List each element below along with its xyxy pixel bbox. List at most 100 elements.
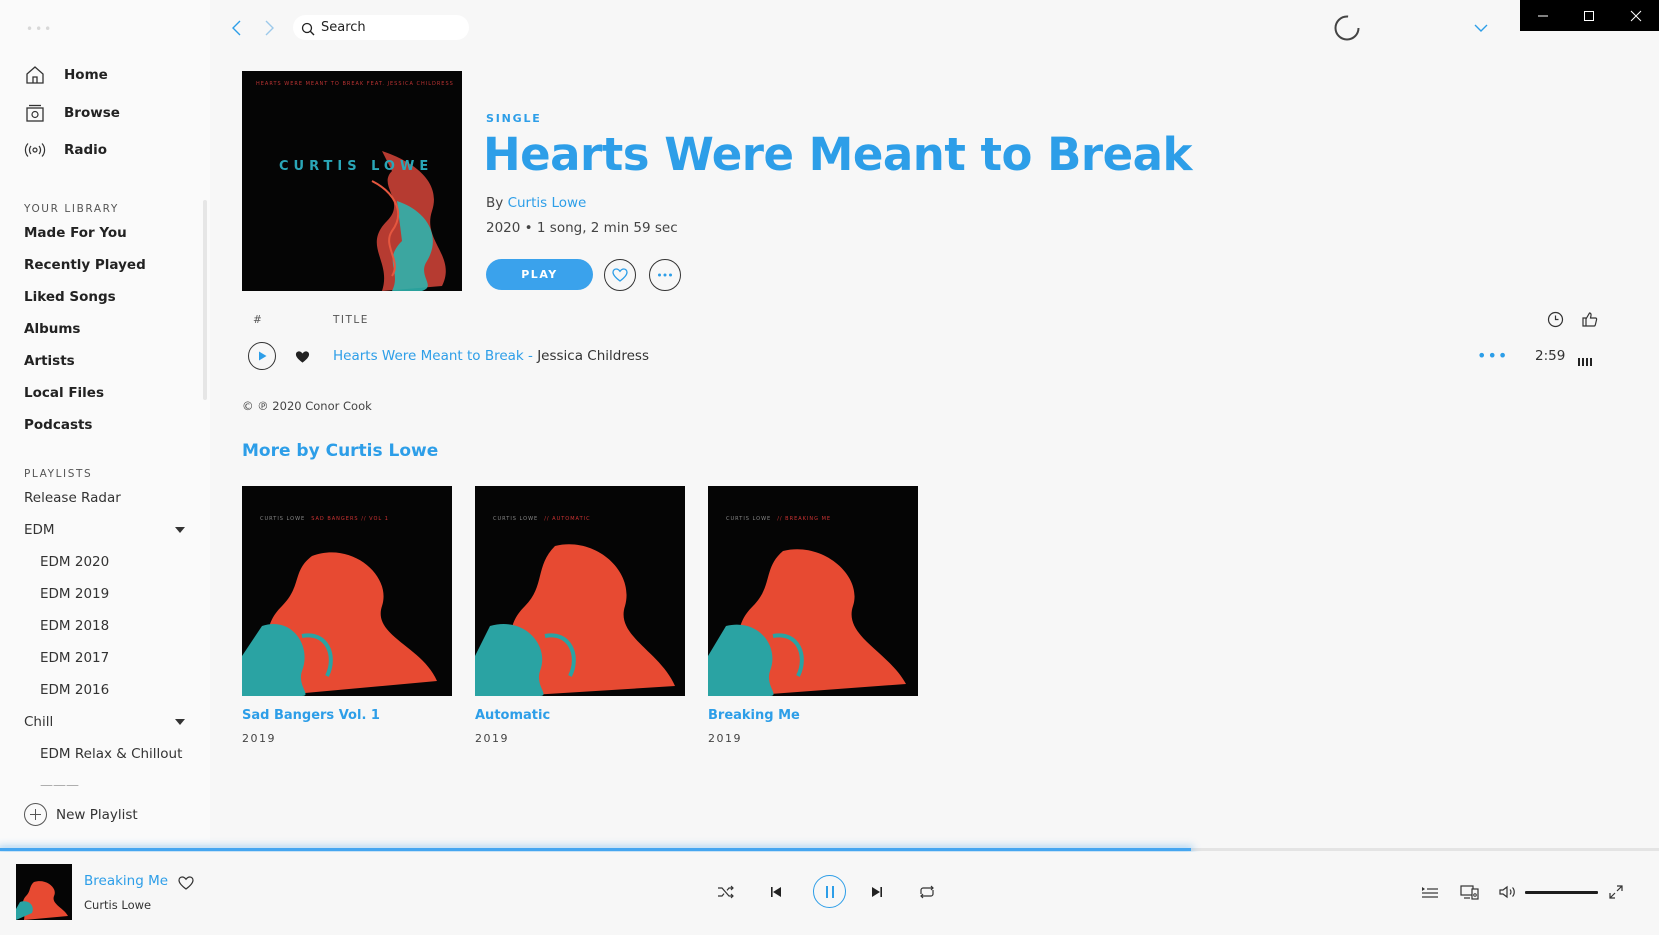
playback-progress-fill bbox=[0, 848, 1192, 851]
track-play-button[interactable] bbox=[248, 342, 276, 370]
playlist-folder-edm[interactable]: EDM bbox=[24, 522, 55, 538]
next-track-button[interactable] bbox=[867, 882, 887, 902]
queue-button[interactable] bbox=[1420, 882, 1440, 902]
album-card-cover[interactable]: CURTIS LOWE SAD BANGERS // VOL 1 bbox=[242, 486, 452, 696]
library-item-recently-played[interactable]: Recently Played bbox=[24, 257, 146, 273]
playlist-item[interactable]: EDM 2016 bbox=[40, 682, 109, 698]
album-byline: By Curtis Lowe bbox=[486, 195, 586, 211]
playlist-item[interactable]: EDM 2018 bbox=[40, 618, 109, 634]
close-button[interactable] bbox=[1613, 0, 1659, 31]
album-card[interactable]: CURTIS LOWE SAD BANGERS // VOL 1 Sad Bang… bbox=[242, 486, 452, 745]
nav-browse[interactable]: Browse bbox=[24, 100, 120, 126]
card-art-sub: // AUTOMATIC bbox=[544, 516, 591, 522]
playlist-item[interactable]: Release Radar bbox=[24, 490, 121, 506]
user-menu-chevron-icon[interactable] bbox=[1472, 20, 1490, 34]
nav-home[interactable]: Home bbox=[24, 62, 108, 88]
play-button[interactable]: PLAY bbox=[486, 259, 593, 290]
volume-slider-fill bbox=[1525, 891, 1598, 894]
track-row[interactable]: Hearts Were Meant to Break - Jessica Chi… bbox=[242, 340, 1602, 374]
popularity-bars-icon bbox=[1578, 352, 1592, 366]
maximize-button[interactable] bbox=[1566, 0, 1612, 31]
track-artist[interactable]: Jessica Childress bbox=[537, 348, 649, 364]
heart-outline-icon bbox=[612, 268, 628, 282]
now-playing-title[interactable]: Breaking Me bbox=[84, 873, 168, 889]
repeat-button[interactable] bbox=[917, 882, 937, 902]
shuffle-button[interactable] bbox=[716, 882, 736, 902]
heart-outline-icon[interactable] bbox=[178, 875, 194, 890]
track-more-button[interactable]: ••• bbox=[1477, 346, 1508, 365]
repeat-icon bbox=[920, 885, 934, 899]
sidebar-scrollbar[interactable] bbox=[203, 200, 207, 400]
forward-button[interactable] bbox=[259, 18, 279, 38]
album-card-year: 2019 bbox=[475, 732, 509, 745]
artist-link[interactable]: Curtis Lowe bbox=[508, 195, 587, 211]
loading-spinner-icon bbox=[1333, 14, 1361, 42]
album-meta: 2020 • 1 song, 2 min 59 sec bbox=[486, 220, 678, 236]
library-item-made-for-you[interactable]: Made For You bbox=[24, 225, 127, 241]
caret-down-icon[interactable] bbox=[175, 719, 185, 725]
album-card-cover[interactable]: CURTIS LOWE // BREAKING ME bbox=[708, 486, 918, 696]
caret-down-icon[interactable] bbox=[175, 527, 185, 533]
album-title: Hearts Were Meant to Break bbox=[483, 128, 1192, 181]
fullscreen-button[interactable] bbox=[1606, 882, 1626, 902]
now-playing-cover[interactable] bbox=[16, 864, 72, 920]
byline-prefix: By bbox=[486, 195, 504, 211]
previous-track-button[interactable] bbox=[766, 882, 786, 902]
album-card-title[interactable]: Breaking Me bbox=[708, 708, 918, 723]
more-options-button[interactable] bbox=[649, 259, 681, 291]
album-card-art-text: CURTIS LOWE // BREAKING ME bbox=[726, 516, 831, 522]
album-card-cover[interactable]: CURTIS LOWE // AUTOMATIC bbox=[475, 486, 685, 696]
library-item-liked-songs[interactable]: Liked Songs bbox=[24, 289, 116, 305]
playlist-item-clipped[interactable]: ——— bbox=[40, 778, 79, 786]
album-card-year: 2019 bbox=[242, 732, 276, 745]
volume-button[interactable] bbox=[1498, 882, 1518, 902]
album-card-title[interactable]: Sad Bangers Vol. 1 bbox=[242, 708, 452, 723]
back-button[interactable] bbox=[227, 18, 247, 38]
column-header-number: # bbox=[253, 314, 264, 326]
library-item-podcasts[interactable]: Podcasts bbox=[24, 417, 92, 433]
playlist-item[interactable]: EDM 2020 bbox=[40, 554, 109, 570]
skip-previous-icon bbox=[771, 887, 781, 897]
album-card[interactable]: CURTIS LOWE // BREAKING ME Breaking Me 20… bbox=[708, 486, 918, 745]
radio-icon bbox=[24, 139, 46, 161]
library-item-local-files[interactable]: Local Files bbox=[24, 385, 104, 401]
nav-home-label: Home bbox=[64, 67, 108, 83]
devices-button[interactable] bbox=[1460, 882, 1480, 902]
liked-heart-icon[interactable] bbox=[295, 349, 310, 363]
plus-circle-icon bbox=[24, 803, 47, 826]
library-item-albums[interactable]: Albums bbox=[24, 321, 80, 337]
clock-icon[interactable] bbox=[1547, 311, 1564, 328]
thumbs-up-icon[interactable] bbox=[1581, 311, 1598, 328]
card-art-sub: SAD BANGERS // VOL 1 bbox=[311, 516, 389, 522]
pause-button[interactable] bbox=[813, 875, 846, 908]
search-box[interactable] bbox=[293, 15, 469, 40]
volume-slider[interactable] bbox=[1525, 891, 1598, 894]
album-card[interactable]: CURTIS LOWE // AUTOMATIC Automatic 2019 bbox=[475, 486, 685, 745]
maximize-icon bbox=[1584, 10, 1595, 21]
chevron-right-icon bbox=[265, 20, 274, 36]
now-playing-artist[interactable]: Curtis Lowe bbox=[84, 898, 151, 912]
window-menu-dots[interactable]: ••• bbox=[26, 22, 53, 36]
track-title[interactable]: Hearts Were Meant to Break - Jessica Chi… bbox=[333, 348, 649, 364]
playlist-folder-chill[interactable]: Chill bbox=[24, 714, 53, 730]
more-by-title[interactable]: More by Curtis Lowe bbox=[242, 441, 438, 461]
library-item-artists[interactable]: Artists bbox=[24, 353, 75, 369]
nav-radio[interactable]: Radio bbox=[24, 137, 107, 163]
playlist-item[interactable]: EDM 2017 bbox=[40, 650, 109, 666]
column-header-title[interactable]: TITLE bbox=[333, 314, 369, 326]
minimize-button[interactable] bbox=[1520, 0, 1566, 31]
save-album-button[interactable] bbox=[604, 259, 636, 291]
pause-icon bbox=[825, 885, 834, 898]
playback-progress-bar[interactable] bbox=[0, 848, 1659, 851]
track-title-text[interactable]: Hearts Were Meant to Break bbox=[333, 348, 524, 364]
search-input[interactable] bbox=[321, 20, 461, 35]
volume-icon bbox=[1499, 885, 1515, 899]
smoke-artwork bbox=[16, 881, 68, 920]
album-card-title[interactable]: Automatic bbox=[475, 708, 685, 723]
album-card-year: 2019 bbox=[708, 732, 742, 745]
new-playlist-button[interactable]: New Playlist bbox=[24, 803, 138, 826]
expand-icon bbox=[1609, 885, 1623, 899]
playlist-item[interactable]: EDM 2019 bbox=[40, 586, 109, 602]
playlist-item[interactable]: EDM Relax & Chillout bbox=[40, 746, 182, 762]
card-art-artist: CURTIS LOWE bbox=[726, 516, 772, 522]
